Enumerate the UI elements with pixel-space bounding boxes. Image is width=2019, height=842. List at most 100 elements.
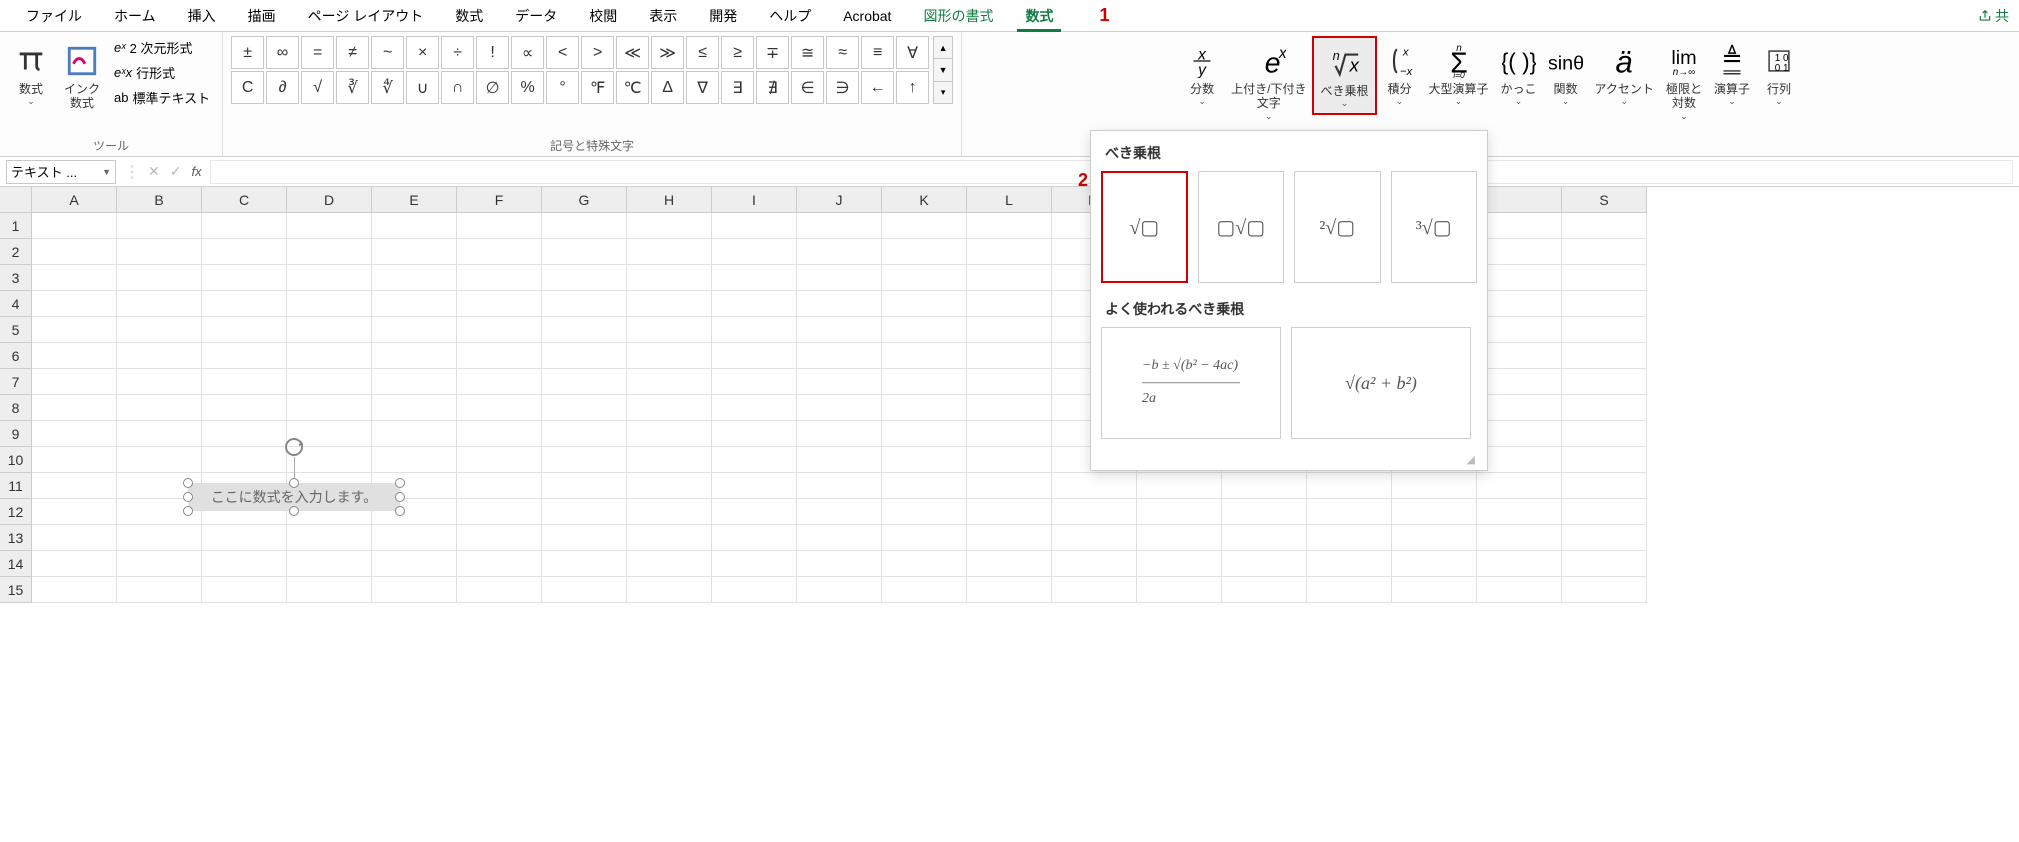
- cell[interactable]: [627, 499, 712, 525]
- symbol-cell[interactable]: ∪: [406, 71, 439, 104]
- cell[interactable]: [372, 551, 457, 577]
- cell[interactable]: [117, 369, 202, 395]
- menu-shape-format[interactable]: 図形の書式: [907, 2, 1009, 30]
- cell[interactable]: [967, 577, 1052, 603]
- symbol-cell[interactable]: <: [546, 36, 579, 69]
- cell[interactable]: [117, 317, 202, 343]
- cell[interactable]: [542, 577, 627, 603]
- cell[interactable]: [797, 525, 882, 551]
- menu-equation[interactable]: 数式: [1009, 2, 1069, 30]
- row-header[interactable]: 14: [0, 551, 32, 577]
- symbol-cell[interactable]: >: [581, 36, 614, 69]
- cell[interactable]: [457, 395, 542, 421]
- cell[interactable]: [1052, 525, 1137, 551]
- radical-preset-pythagoras[interactable]: √(a² + b²): [1291, 327, 1471, 439]
- symbol-cell[interactable]: ℃: [616, 71, 649, 104]
- row-header[interactable]: 13: [0, 525, 32, 551]
- cell[interactable]: [287, 317, 372, 343]
- cell[interactable]: [712, 421, 797, 447]
- row-header[interactable]: 1: [0, 213, 32, 239]
- cell[interactable]: [287, 213, 372, 239]
- symbol-cell[interactable]: %: [511, 71, 544, 104]
- cell[interactable]: [1392, 473, 1477, 499]
- normal-text-button[interactable]: ab 標準テキスト: [110, 86, 214, 109]
- cell[interactable]: [1137, 525, 1222, 551]
- resize-handle[interactable]: [395, 506, 405, 516]
- cell[interactable]: [372, 369, 457, 395]
- symbol-cell[interactable]: C: [231, 71, 264, 104]
- cell[interactable]: [882, 551, 967, 577]
- row-header[interactable]: 9: [0, 421, 32, 447]
- structure-function-button[interactable]: sinθ関数⌄: [1543, 36, 1589, 111]
- cell[interactable]: [882, 343, 967, 369]
- cell[interactable]: [457, 213, 542, 239]
- cell[interactable]: [1307, 525, 1392, 551]
- cell[interactable]: [32, 499, 117, 525]
- resize-handle[interactable]: [395, 478, 405, 488]
- cell[interactable]: [457, 447, 542, 473]
- cell[interactable]: [457, 343, 542, 369]
- column-header[interactable]: J: [797, 187, 882, 213]
- equation-button[interactable]: 数式⌄: [8, 36, 54, 111]
- menu-developer[interactable]: 開発: [693, 2, 753, 30]
- column-header[interactable]: E: [372, 187, 457, 213]
- cell[interactable]: [372, 421, 457, 447]
- cell[interactable]: [202, 369, 287, 395]
- cell[interactable]: [202, 317, 287, 343]
- cell[interactable]: [1477, 395, 1562, 421]
- cell[interactable]: [457, 551, 542, 577]
- cell[interactable]: [1562, 421, 1647, 447]
- symbol-cell[interactable]: ~: [371, 36, 404, 69]
- cell[interactable]: [32, 447, 117, 473]
- cell[interactable]: [32, 577, 117, 603]
- menu-review[interactable]: 校閲: [573, 2, 633, 30]
- cell[interactable]: [1392, 551, 1477, 577]
- symbol-cell[interactable]: ∛: [336, 71, 369, 104]
- cell[interactable]: [457, 577, 542, 603]
- cell[interactable]: [287, 265, 372, 291]
- menu-insert[interactable]: 挿入: [172, 2, 232, 30]
- column-header[interactable]: L: [967, 187, 1052, 213]
- cell[interactable]: [542, 421, 627, 447]
- cell[interactable]: [882, 499, 967, 525]
- cell[interactable]: [627, 421, 712, 447]
- cell[interactable]: [117, 525, 202, 551]
- symbol-cell[interactable]: ∜: [371, 71, 404, 104]
- menu-file[interactable]: ファイル: [10, 2, 98, 30]
- cell[interactable]: [797, 577, 882, 603]
- symbol-cell[interactable]: ≫: [651, 36, 684, 69]
- row-header[interactable]: 15: [0, 577, 32, 603]
- cell[interactable]: [1307, 577, 1392, 603]
- column-header[interactable]: [1477, 187, 1562, 213]
- cell[interactable]: [542, 499, 627, 525]
- cell[interactable]: [202, 265, 287, 291]
- linear-format-button[interactable]: eˣx 行形式: [110, 61, 214, 84]
- row-header[interactable]: 4: [0, 291, 32, 317]
- row-header[interactable]: 5: [0, 317, 32, 343]
- resize-handle[interactable]: [183, 492, 193, 502]
- cell[interactable]: [32, 369, 117, 395]
- resize-handle[interactable]: [183, 478, 193, 488]
- cell[interactable]: [32, 317, 117, 343]
- cell[interactable]: [1307, 551, 1392, 577]
- cell[interactable]: [1562, 525, 1647, 551]
- cell[interactable]: [32, 291, 117, 317]
- cell[interactable]: [967, 551, 1052, 577]
- symbol-cell[interactable]: ∂: [266, 71, 299, 104]
- cell[interactable]: [712, 447, 797, 473]
- cell[interactable]: [202, 213, 287, 239]
- row-header[interactable]: 2: [0, 239, 32, 265]
- cell[interactable]: [542, 291, 627, 317]
- cell[interactable]: [457, 421, 542, 447]
- cell[interactable]: [117, 551, 202, 577]
- symbol-cell[interactable]: ≡: [861, 36, 894, 69]
- radical-option-cube[interactable]: ³√▢: [1391, 171, 1477, 283]
- cell[interactable]: [457, 499, 542, 525]
- cell[interactable]: [542, 447, 627, 473]
- ink-equation-button[interactable]: インク 数式: [58, 36, 106, 115]
- fx-icon[interactable]: fx: [191, 164, 201, 179]
- cell[interactable]: [627, 395, 712, 421]
- cell[interactable]: [882, 213, 967, 239]
- name-box[interactable]: テキスト ... ▼: [6, 160, 116, 184]
- symbol-cell[interactable]: !: [476, 36, 509, 69]
